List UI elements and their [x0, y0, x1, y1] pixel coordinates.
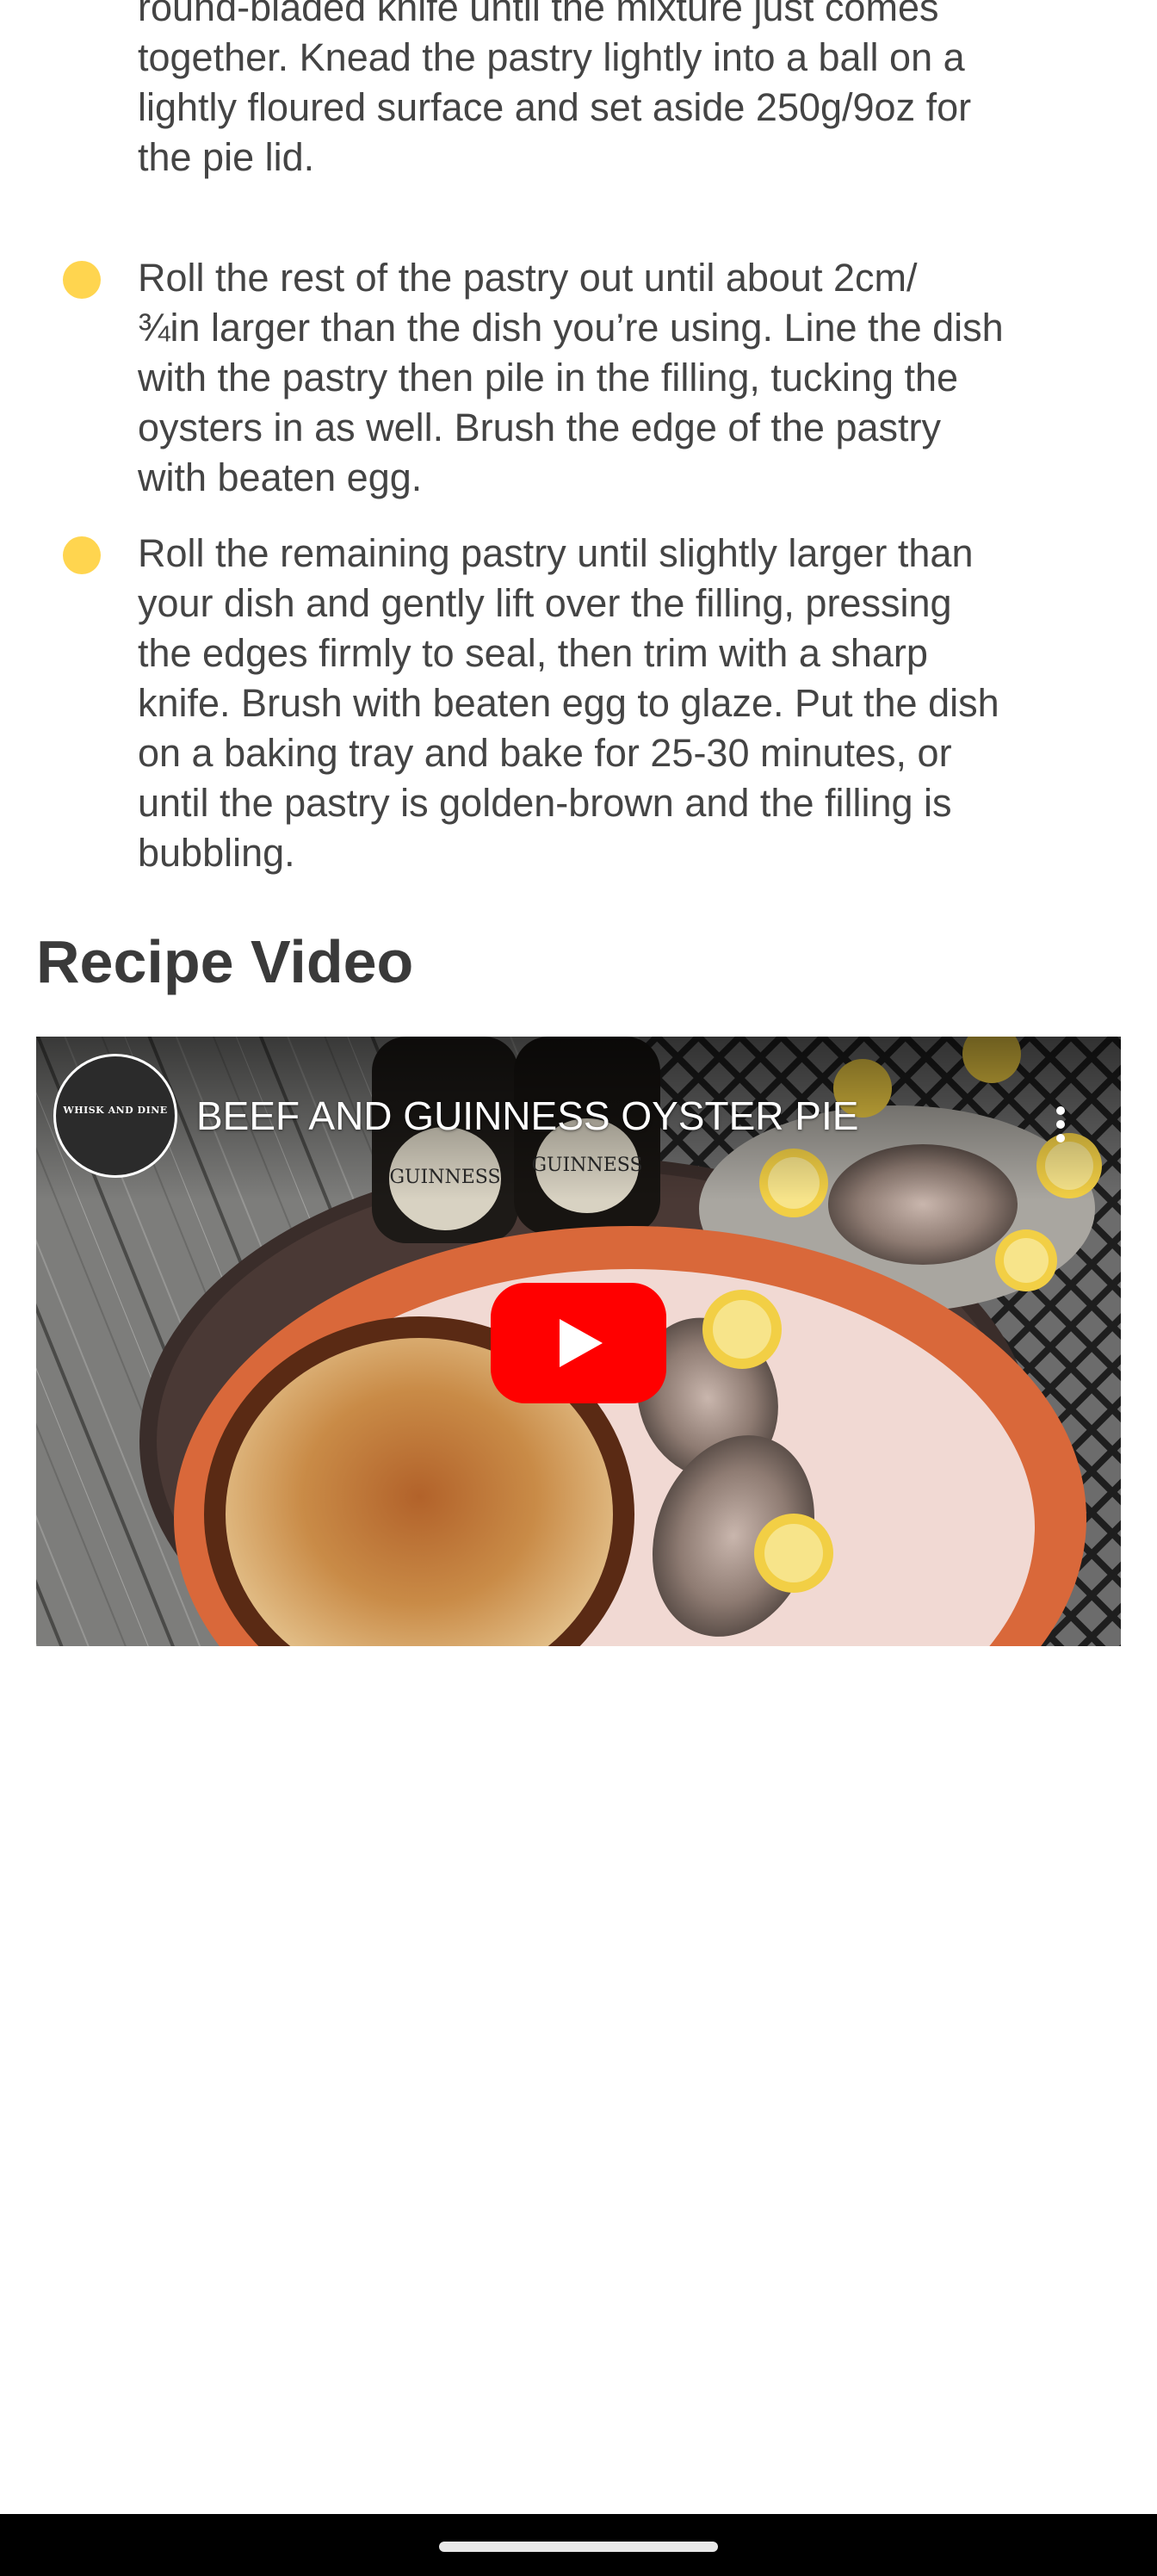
- step-line: on a baking tray and bake for 25-30 minu…: [138, 731, 952, 775]
- youtube-play-icon[interactable]: [491, 1283, 666, 1403]
- youtube-video-embed[interactable]: GUINNESS GUINNESS WHISK AND DINE BEEF AN…: [36, 1037, 1121, 1646]
- channel-avatar[interactable]: WHISK AND DINE: [53, 1054, 177, 1178]
- step-line: with beaten egg.: [138, 455, 423, 499]
- step-line: knife. Brush with beaten egg to glaze. P…: [138, 681, 999, 725]
- more-vert-icon[interactable]: [1035, 1099, 1086, 1150]
- home-gesture-handle[interactable]: [439, 2542, 718, 2552]
- step-line: your dish and gently lift over the filli…: [138, 581, 952, 625]
- step-text: Roll the rest of the pastry out until ab…: [138, 253, 1111, 503]
- bullet-dot: [63, 261, 101, 299]
- step-line: the pie lid.: [138, 135, 315, 179]
- step-line: lightly floured surface and set aside 25…: [138, 85, 972, 129]
- step-line: the edges firmly to seal, then trim with…: [138, 631, 928, 675]
- step-line: until the pastry is golden-brown and the…: [138, 781, 952, 825]
- step-line: Roll the remaining pastry until slightly…: [138, 531, 974, 575]
- recipe-video-heading: Recipe Video: [36, 928, 414, 995]
- step-line-partial: round-bladed knife until the mixture jus…: [138, 0, 939, 29]
- system-navigation-bar: [0, 2514, 1157, 2576]
- step-line: Roll the rest of the pastry out until ab…: [138, 256, 918, 300]
- video-title[interactable]: BEEF AND GUINNESS OYSTER PIE: [196, 1092, 858, 1140]
- step-text: round-bladed knife until the mixture jus…: [138, 0, 1111, 183]
- bullet-dot: [63, 536, 101, 574]
- step-line: bubbling.: [138, 831, 295, 875]
- step-line: together. Knead the pastry lightly into …: [138, 35, 965, 79]
- step-line: with the pastry then pile in the filling…: [138, 356, 959, 399]
- step-text: Roll the remaining pastry until slightly…: [138, 529, 1111, 878]
- step-line: ¾in larger than the dish you’re using. L…: [138, 306, 1004, 350]
- step-line: oysters in as well. Brush the edge of th…: [138, 406, 941, 449]
- channel-logo-text: WHISK AND DINE: [63, 1105, 168, 1116]
